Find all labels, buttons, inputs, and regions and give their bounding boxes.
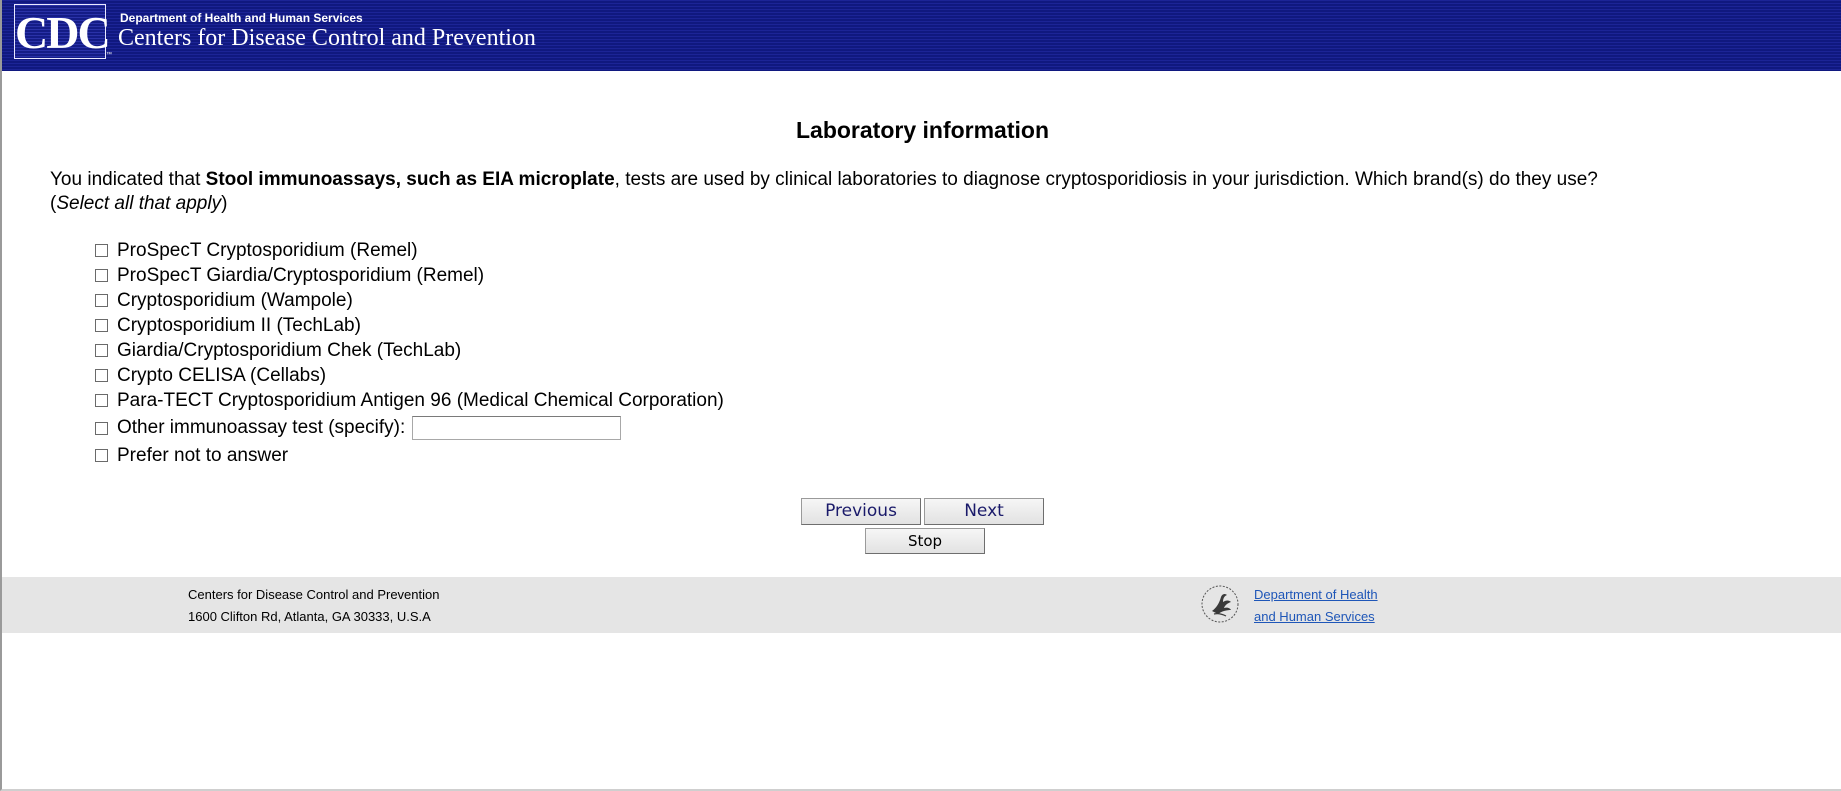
page: CDC ™ Department of Health and Human Ser… (0, 0, 1841, 791)
brand-options-list: ProSpecT Cryptosporidium (Remel) ProSpec… (95, 238, 724, 468)
other-specify-input[interactable] (412, 416, 622, 440)
option-label[interactable]: Giardia/Cryptosporidium Chek (TechLab) (117, 340, 461, 362)
next-button[interactable]: Next (924, 498, 1044, 525)
checkbox-icon[interactable] (95, 244, 108, 257)
question-suffix: , tests are used by clinical laboratorie… (614, 169, 1598, 190)
logo-trademark: ™ (106, 52, 112, 58)
option-label[interactable]: Para-TECT Cryptosporidium Antigen 96 (Me… (117, 390, 724, 412)
option-crypto-celisa[interactable]: Crypto CELISA (Cellabs) (95, 363, 724, 388)
department-name: Department of Health and Human Services (120, 11, 363, 25)
page-title: Laboratory information (795, 117, 1049, 143)
question-prefix: You indicated that (50, 169, 206, 190)
footer: Centers for Disease Control and Preventi… (2, 577, 1841, 633)
option-label[interactable]: Crypto CELISA (Cellabs) (117, 365, 326, 387)
instruction-close: ) (221, 193, 228, 214)
footer-org-name: Centers for Disease Control and Preventi… (188, 587, 440, 602)
checkbox-icon[interactable] (95, 344, 108, 357)
option-label[interactable]: Prefer not to answer (117, 445, 288, 467)
agency-name: Centers for Disease Control and Preventi… (118, 25, 536, 51)
option-other[interactable]: Other immunoassay test (specify): (95, 413, 724, 443)
hhs-link-line2[interactable]: and Human Services (1254, 609, 1375, 624)
question-instruction: Select all that apply (56, 193, 222, 214)
option-label[interactable]: ProSpecT Cryptosporidium (Remel) (117, 240, 418, 262)
checkbox-icon[interactable] (95, 319, 108, 332)
checkbox-icon[interactable] (95, 394, 108, 407)
option-chek-techlab[interactable]: Giardia/Cryptosporidium Chek (TechLab) (95, 338, 724, 363)
option-para-tect[interactable]: Para-TECT Cryptosporidium Antigen 96 (Me… (95, 388, 724, 413)
previous-button[interactable]: Previous (801, 498, 921, 525)
stop-button[interactable]: Stop (865, 528, 985, 554)
hhs-link[interactable]: Department of Health (1254, 587, 1378, 602)
checkbox-icon[interactable] (95, 269, 108, 282)
option-label[interactable]: Other immunoassay test (specify): (117, 417, 405, 439)
checkbox-icon[interactable] (95, 449, 108, 462)
checkbox-icon[interactable] (95, 421, 108, 435)
option-crypto-ii-techlab[interactable]: Cryptosporidium II (TechLab) (95, 313, 724, 338)
option-prospect-crypto[interactable]: ProSpecT Cryptosporidium (Remel) (95, 238, 724, 263)
hhs-eagle-logo-icon[interactable] (1200, 584, 1240, 624)
checkbox-icon[interactable] (95, 369, 108, 382)
checkbox-icon[interactable] (95, 294, 108, 307)
option-label[interactable]: ProSpecT Giardia/Cryptosporidium (Remel) (117, 265, 484, 287)
option-label[interactable]: Cryptosporidium (Wampole) (117, 290, 353, 312)
option-wampole[interactable]: Cryptosporidium (Wampole) (95, 288, 724, 313)
option-label[interactable]: Cryptosporidium II (TechLab) (117, 315, 361, 337)
option-prospect-giardia-crypto[interactable]: ProSpecT Giardia/Cryptosporidium (Remel) (95, 263, 724, 288)
header-banner: CDC ™ Department of Health and Human Ser… (2, 0, 1841, 71)
cdc-logo-icon[interactable]: CDC (14, 4, 111, 59)
question-text: You indicated that Stool immunoassays, s… (50, 168, 1750, 216)
question-emphasis: Stool immunoassays, such as EIA micropla… (205, 169, 615, 190)
footer-address: 1600 Clifton Rd, Atlanta, GA 30333, U.S.… (188, 609, 431, 624)
option-prefer-not[interactable]: Prefer not to answer (95, 443, 724, 468)
